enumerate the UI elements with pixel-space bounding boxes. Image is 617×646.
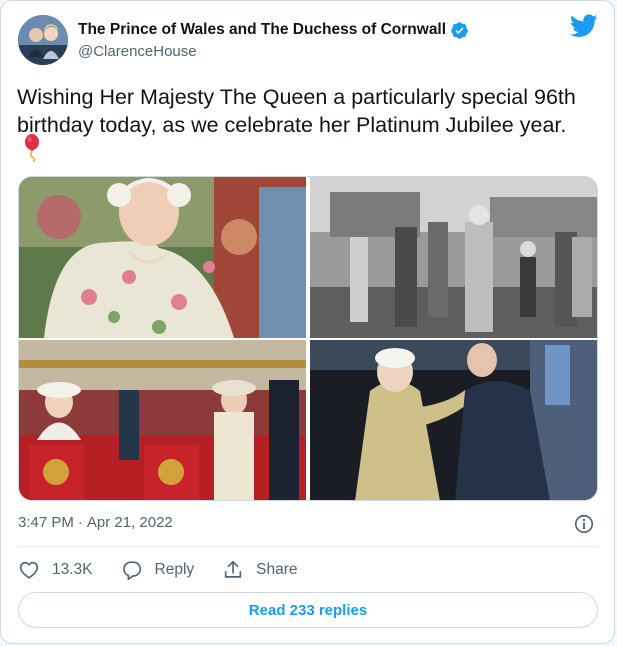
reply-bubble-icon [122, 561, 141, 580]
tweet-card: The Prince of Wales and The Duchess of C… [0, 0, 615, 644]
timestamp-time[interactable]: 3:47 PM [18, 514, 74, 531]
divider [18, 546, 598, 547]
media-grid [18, 176, 598, 501]
photo-1[interactable] [19, 177, 306, 338]
reply-label: Reply [154, 561, 195, 578]
photo-2[interactable] [310, 177, 597, 338]
avatar-photo-image [18, 15, 68, 65]
balloon-emoji-icon [23, 134, 41, 163]
tweet-timestamp[interactable]: 3:47 PM · Apr 21, 2022 [18, 514, 173, 531]
like-button[interactable]: 13.3K [18, 559, 93, 581]
author-display-name[interactable]: The Prince of Wales and The Duchess of C… [78, 21, 446, 39]
read-replies-button[interactable]: Read 233 replies [18, 592, 598, 628]
author-avatar[interactable] [18, 15, 68, 65]
photo-3[interactable] [19, 340, 306, 500]
timestamp-date[interactable]: Apr 21, 2022 [87, 514, 173, 531]
twitter-bird-icon[interactable] [570, 14, 598, 38]
share-button[interactable]: Share [222, 559, 298, 581]
heart-icon [19, 561, 39, 579]
photo-4[interactable] [310, 340, 597, 500]
timestamp-separator: · [77, 514, 83, 531]
verified-badge-icon [450, 21, 469, 40]
author-name-row[interactable]: The Prince of Wales and The Duchess of C… [78, 19, 469, 41]
action-bar: 13.3K Reply Share [18, 557, 326, 583]
tweet-text: Wishing Her Majesty The Queen a particul… [17, 85, 576, 137]
info-icon[interactable] [573, 513, 595, 535]
author-handle[interactable]: @ClarenceHouse [78, 43, 197, 60]
reply-button[interactable]: Reply [121, 559, 195, 581]
like-count: 13.3K [52, 561, 93, 578]
share-icon [224, 560, 242, 578]
share-label: Share [256, 561, 298, 578]
